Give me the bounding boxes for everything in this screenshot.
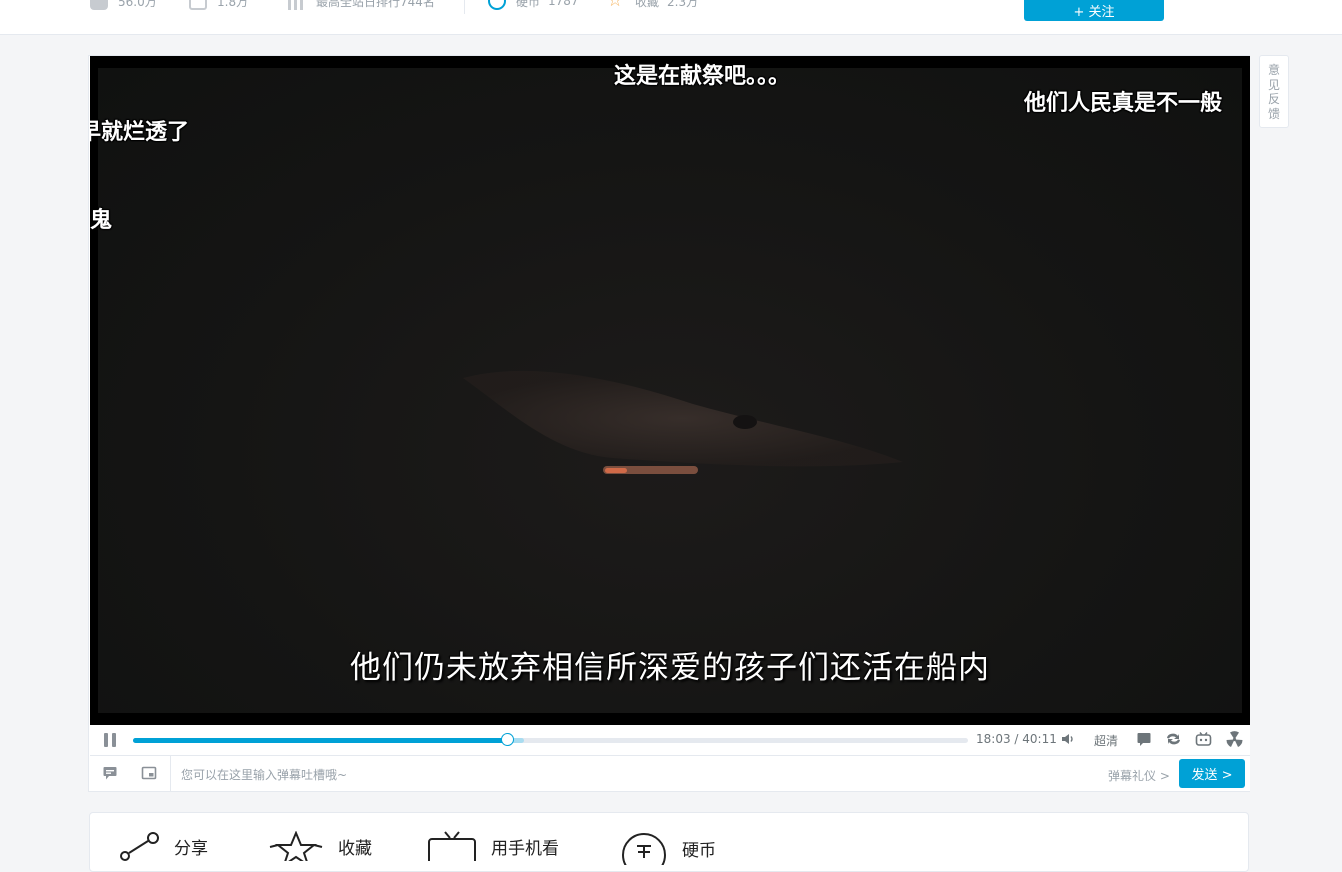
danmaku-etiquette-link[interactable]: 弹幕礼仪 >	[1108, 767, 1170, 784]
danmaku-input[interactable]	[171, 756, 1103, 793]
share-label: 分享	[174, 838, 208, 859]
mobile-action[interactable]: 用手机看	[427, 831, 559, 861]
feedback-label: 意见反馈	[1268, 63, 1281, 121]
progress-bar[interactable]	[133, 733, 968, 746]
rank-info[interactable]: 最高全站日排行744名	[288, 0, 435, 10]
danmaku-comment: 早就烂透了	[90, 119, 190, 145]
danmaku-style-icon[interactable]	[102, 765, 120, 783]
stats-divider	[464, 0, 465, 14]
coin-action-icon	[622, 833, 666, 865]
play-count-value: 56.0万	[118, 0, 157, 9]
coin-label-bottom: 硬币	[682, 840, 716, 861]
video-subtitle: 他们仍未放弃相信所深爱的孩子们还活在船内	[350, 650, 990, 686]
mobile-label: 用手机看	[491, 838, 559, 859]
total-time: 40:11	[1022, 732, 1057, 746]
favorite-value: 2.3万	[667, 0, 699, 9]
play-count: 56.0万	[90, 0, 157, 10]
follow-button[interactable]: + 关注	[1024, 0, 1164, 21]
progress-played	[133, 738, 508, 743]
coin-label: 硬币	[516, 0, 541, 9]
rank-icon	[288, 0, 306, 10]
play-count-icon	[90, 0, 108, 10]
danmaku-toggle-icon[interactable]	[1135, 731, 1153, 749]
current-time: 18:03	[976, 732, 1011, 746]
rank-text: 最高全站日排行744名	[316, 0, 435, 9]
share-action[interactable]: 分享	[120, 831, 208, 861]
star-icon: ☆	[607, 0, 624, 11]
video-player: 这是在献祭吧。。。 他们人民真是不一般 早就烂透了 鬼 他们仍未放弃相信所深爱的…	[88, 55, 1250, 793]
danmaku-send-bar: 弹幕礼仪 > 发送 >	[90, 756, 1250, 793]
pause-button[interactable]	[102, 732, 118, 748]
favorite-label: 收藏	[635, 0, 660, 9]
bilibili-tv-icon[interactable]	[1194, 731, 1212, 749]
coin-action[interactable]: 硬币	[620, 831, 716, 865]
radiation-icon[interactable]	[1225, 731, 1243, 749]
video-frame	[98, 68, 1242, 713]
time-display: 18:03 / 40:11	[976, 732, 1057, 746]
danmaku-count-value: 1.8万	[217, 0, 249, 9]
favorite-action[interactable]: 收藏	[268, 831, 372, 861]
feedback-tab[interactable]: 意见反馈	[1259, 55, 1289, 128]
quality-selector[interactable]: 超清	[1094, 732, 1118, 749]
favorite-star-icon	[269, 831, 323, 861]
tv-icon	[428, 831, 476, 861]
volume-icon[interactable]	[1059, 731, 1077, 749]
favorite-label-bottom: 收藏	[338, 838, 372, 859]
danmaku-comment: 他们人民真是不一般	[1024, 90, 1223, 116]
loop-icon[interactable]	[1164, 731, 1182, 749]
send-danmaku-button[interactable]: 发送 >	[1179, 759, 1245, 788]
danmaku-comment: 鬼	[90, 207, 113, 233]
favorite-count: ☆ 收藏 2.3万	[607, 0, 698, 10]
danmaku-list-icon[interactable]	[141, 765, 159, 783]
progress-handle[interactable]	[500, 733, 514, 746]
share-icon	[120, 832, 159, 861]
danmaku-comment: 这是在献祭吧。。。	[614, 63, 791, 89]
video-actions-bar: 分享 收藏 用手机看 硬币	[89, 812, 1249, 872]
video-stats-bar: 56.0万 1.8万 最高全站日排行744名 硬币 1787 ☆ 收藏 2.3万…	[0, 0, 1342, 35]
coin-count: 硬币 1787	[488, 0, 579, 10]
danmaku-count-icon	[189, 0, 207, 10]
coin-value: 1787	[548, 0, 579, 8]
player-controls: 18:03 / 40:11 超清	[90, 725, 1250, 756]
video-area[interactable]: 这是在献祭吧。。。 他们人民真是不一般 早就烂透了 鬼 他们仍未放弃相信所深爱的…	[90, 56, 1250, 725]
danmaku-count: 1.8万	[189, 0, 248, 10]
coin-icon	[488, 0, 506, 10]
video-scene-boat	[463, 370, 903, 474]
